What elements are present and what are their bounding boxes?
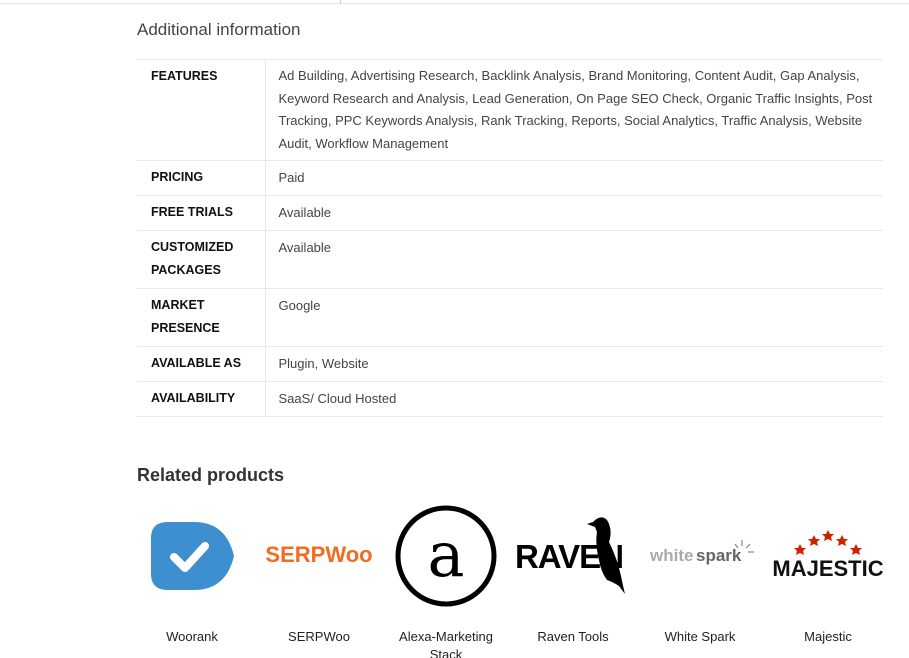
product-card-woorank[interactable]: Woorank: [128, 500, 256, 658]
product-name[interactable]: Alexa-Marketing Stack: [382, 628, 510, 658]
majestic-logo-icon[interactable]: MAJESTIC: [764, 500, 892, 610]
top-divider: [0, 3, 909, 4]
row-value-availability: SaaS/ Cloud Hosted: [265, 381, 883, 417]
related-products-list: Woorank SERPWoo SERPWoo a Alexa-Marketin…: [128, 500, 898, 658]
majestic-logo-text: MAJESTIC: [772, 556, 883, 581]
row-value-customized-packages: Available: [265, 230, 883, 289]
woorank-logo-icon[interactable]: [128, 500, 256, 610]
row-label-available-as: AVAILABLE AS: [137, 346, 266, 382]
product-name[interactable]: SERPWoo: [255, 628, 383, 646]
table-row: MARKET PRESENCE Google: [137, 288, 883, 347]
product-name[interactable]: White Spark: [636, 628, 764, 646]
serpwoo-logo-text: SERPWoo: [265, 542, 372, 567]
row-label-customized-packages: CUSTOMIZED PACKAGES: [137, 230, 266, 289]
product-name[interactable]: Raven Tools: [509, 628, 637, 646]
svg-text:a: a: [428, 518, 465, 591]
table-row: PRICING Paid: [137, 160, 883, 196]
table-row: AVAILABILITY SaaS/ Cloud Hosted: [137, 381, 883, 417]
whitespark-logo-text-b: spark: [696, 546, 742, 565]
related-products-title: Related products: [137, 465, 285, 485]
table-row: CUSTOMIZED PACKAGES Available: [137, 230, 883, 289]
row-label-availability: AVAILABILITY: [137, 381, 266, 417]
tab-marker: [340, 0, 341, 4]
table-row: AVAILABLE AS Plugin, Website: [137, 346, 883, 382]
row-label-features: FEATURES: [137, 59, 266, 161]
row-label-pricing: PRICING: [137, 160, 266, 196]
additional-info-table: FEATURES Ad Building, Advertising Resear…: [137, 59, 883, 417]
additional-info-title: Additional information: [137, 20, 301, 39]
row-value-free-trials: Available: [265, 195, 883, 231]
row-value-pricing: Paid: [265, 160, 883, 196]
table-row: FREE TRIALS Available: [137, 195, 883, 231]
raven-logo-icon[interactable]: RAVEN: [509, 500, 637, 610]
product-card-majestic[interactable]: MAJESTIC Majestic: [764, 500, 892, 658]
alexa-logo-icon[interactable]: a: [382, 500, 510, 610]
row-label-free-trials: FREE TRIALS: [137, 195, 266, 231]
row-value-features: Ad Building, Advertising Research, Backl…: [265, 59, 883, 161]
whitespark-logo-icon[interactable]: white spark: [636, 500, 764, 610]
table-row: FEATURES Ad Building, Advertising Resear…: [137, 59, 883, 161]
product-card-white-spark[interactable]: white spark White Spark: [636, 500, 764, 658]
product-card-serpwoo[interactable]: SERPWoo SERPWoo: [255, 500, 383, 658]
product-name[interactable]: Woorank: [128, 628, 256, 646]
row-label-market-presence: MARKET PRESENCE: [137, 288, 266, 347]
product-name[interactable]: Majestic: [764, 628, 892, 646]
row-value-market-presence: Google: [265, 288, 883, 347]
product-card-alexa[interactable]: a Alexa-Marketing Stack: [382, 500, 510, 658]
product-card-raven-tools[interactable]: RAVEN Raven Tools: [509, 500, 637, 658]
serpwoo-logo-icon[interactable]: SERPWoo: [255, 500, 383, 610]
whitespark-logo-text-a: white: [649, 546, 693, 565]
row-value-available-as: Plugin, Website: [265, 346, 883, 382]
